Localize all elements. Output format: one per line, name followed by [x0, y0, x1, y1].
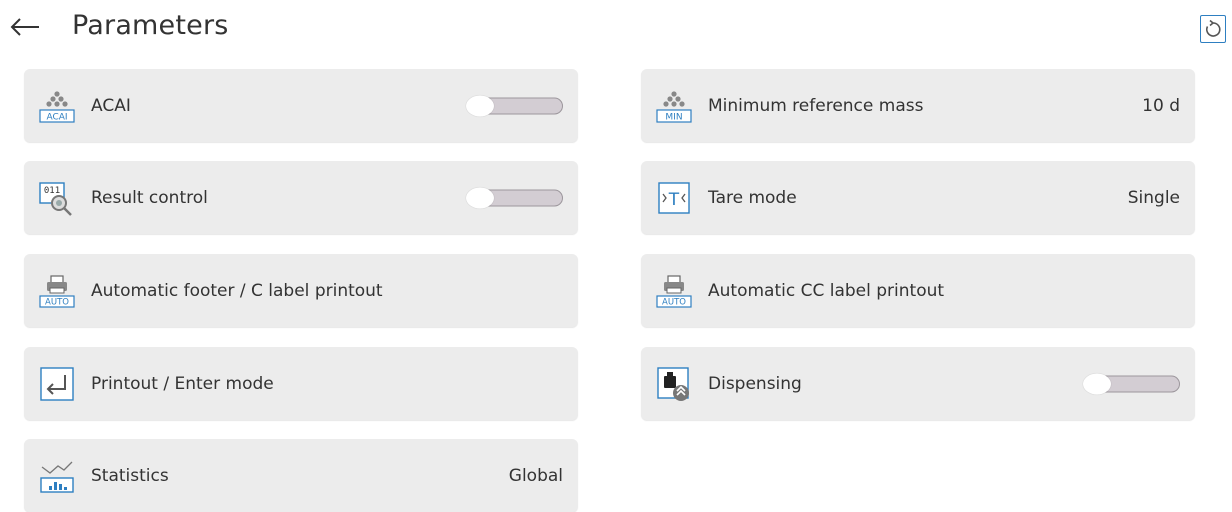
param-label: Statistics	[91, 465, 169, 486]
auto-printer-icon: AUTO	[39, 274, 75, 308]
acai-icon: ACAI	[39, 90, 75, 123]
param-label: Minimum reference mass	[708, 95, 924, 116]
param-label: Tare mode	[708, 187, 797, 208]
param-label: Automatic footer / C label printout	[91, 280, 383, 301]
toggle-knob	[466, 187, 494, 208]
auto-printer-icon: AUTO	[656, 274, 692, 308]
toggle-knob	[1083, 373, 1111, 394]
param-tile-tare-mode[interactable]: T Tare mode Single	[641, 161, 1195, 234]
result-control-icon: 011	[39, 181, 72, 216]
param-tile-automatic-cc-label-printout[interactable]: AUTO Automatic CC label printout	[641, 254, 1195, 327]
param-label: Result control	[91, 187, 208, 208]
param-tile-statistics[interactable]: Statistics Global	[24, 439, 578, 512]
dispensing-icon	[657, 366, 689, 401]
dispensing-toggle[interactable]	[1083, 373, 1180, 394]
statistics-icon	[40, 461, 74, 493]
toggle-knob	[466, 95, 494, 116]
param-value: Global	[508, 465, 563, 486]
param-label: Automatic CC label printout	[708, 280, 945, 301]
param-tile-acai[interactable]: ACAI ACAI	[24, 69, 578, 142]
param-value: 10 d	[1142, 95, 1180, 116]
header: Parameters	[0, 0, 1232, 60]
param-value: Single	[1127, 187, 1180, 208]
param-tile-printout-enter-mode[interactable]: Printout / Enter mode	[24, 347, 578, 420]
reset-icon	[1206, 19, 1221, 37]
param-tile-dispensing[interactable]: Dispensing	[641, 347, 1195, 420]
param-label: Dispensing	[708, 373, 802, 394]
min-icon-text: MIN	[665, 112, 682, 122]
page-title: Parameters	[72, 10, 229, 41]
tare-mode-icon: T	[658, 181, 690, 214]
min-mass-icon: MIN	[656, 90, 692, 123]
enter-icon	[40, 366, 74, 401]
result-control-toggle[interactable]	[466, 187, 563, 208]
param-tile-automatic-footer-c-label-printout[interactable]: AUTO Automatic footer / C label printout	[24, 254, 578, 327]
acai-toggle[interactable]	[466, 95, 563, 116]
result-icon-text: 011	[44, 186, 60, 196]
param-label: ACAI	[91, 95, 131, 116]
auto-icon-text: AUTO	[662, 297, 686, 307]
tare-icon-text: T	[668, 190, 680, 210]
param-tile-minimum-reference-mass[interactable]: MIN Minimum reference mass 10 d	[641, 69, 1195, 142]
param-tile-result-control[interactable]: 011 Result control	[24, 161, 578, 234]
reset-button[interactable]	[1200, 15, 1226, 43]
acai-icon-text: ACAI	[46, 112, 67, 122]
auto-icon-text: AUTO	[45, 297, 69, 307]
param-label: Printout / Enter mode	[91, 373, 274, 394]
arrow-left-icon[interactable]	[6, 12, 42, 42]
